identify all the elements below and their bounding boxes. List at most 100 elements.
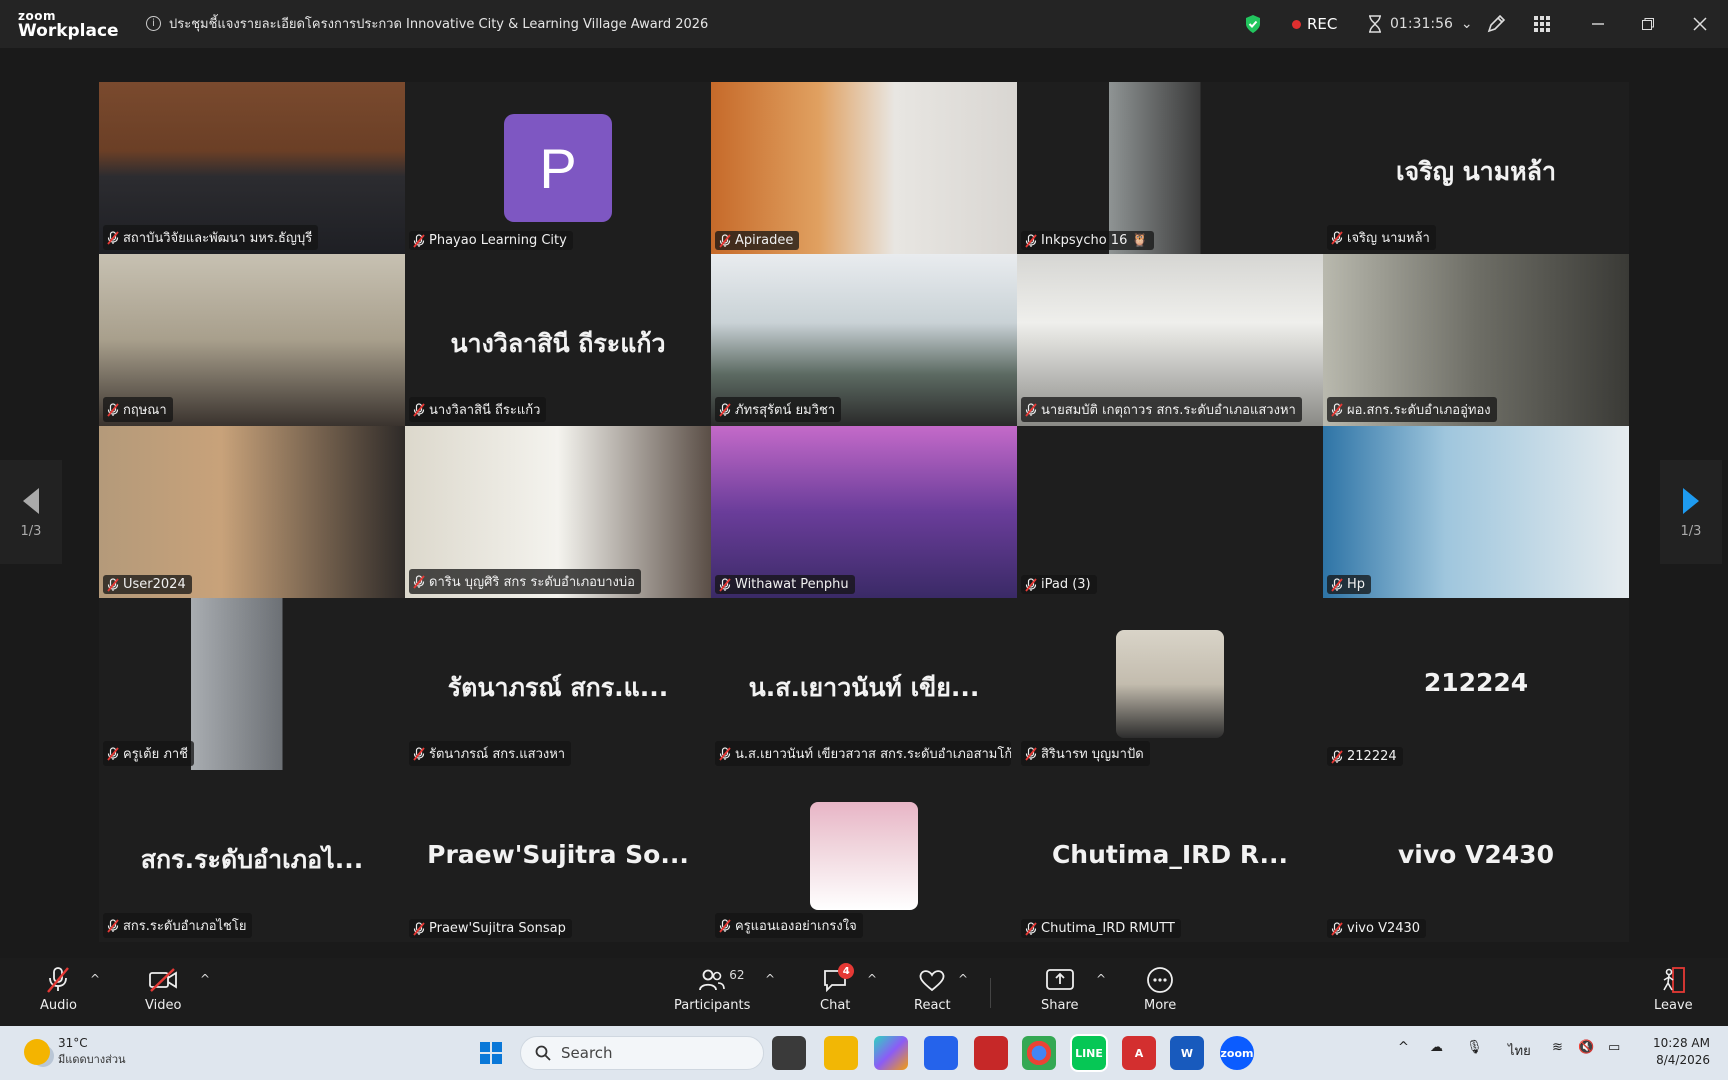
mic-muted-icon <box>43 966 73 994</box>
participant-tile[interactable]: รัตนาภรณ์ สกร.แ... รัตนาภรณ์ สกร.แสวงหา <box>405 598 711 770</box>
participants-count: 62 <box>729 968 745 982</box>
participant-tile[interactable]: Withawat Penphu <box>711 426 1017 598</box>
mic-muted-icon <box>1025 746 1037 761</box>
participant-name: Inkpsycho 16 🦉 <box>1041 233 1148 248</box>
participant-display-name: น.ส.เยาวนันท์ เขีย... <box>748 673 980 702</box>
line-app-icon[interactable]: LINE <box>1070 1034 1108 1072</box>
participant-tile[interactable]: ครูแอนเองอย่าเกรงใจ <box>711 770 1017 942</box>
participant-tile[interactable]: Chutima_IRD R... Chutima_IRD RMUTT <box>1017 770 1323 942</box>
leave-button[interactable]: Leave <box>1654 966 1693 1013</box>
audio-options-caret-icon[interactable]: ^ <box>90 972 100 986</box>
participant-tile[interactable]: ภัทรสุรัตน์ ยมวิชา <box>711 254 1017 426</box>
participant-tile[interactable]: 212224 212224 <box>1323 598 1629 770</box>
participant-tile[interactable]: ครูเต้ย ภาชี <box>99 598 405 770</box>
onedrive-icon[interactable]: ☁ <box>1430 1040 1443 1055</box>
participant-tile[interactable]: Inkpsycho 16 🦉 <box>1017 82 1323 254</box>
zoom-app-icon[interactable]: zoom <box>1220 1036 1254 1070</box>
tray-overflow-icon[interactable]: ^ <box>1398 1040 1409 1055</box>
participant-tile[interactable]: สกร.ระดับอำเภอไ... สกร.ระดับอำเภอไชโย <box>99 770 405 942</box>
mic-muted-icon <box>1025 402 1037 417</box>
annotate-pen-icon[interactable] <box>1484 12 1508 36</box>
participant-name-label: Praew'Sujitra Sonsap <box>409 919 572 938</box>
participant-tile[interactable]: Praew'Sujitra So... Praew'Sujitra Sonsap <box>405 770 711 942</box>
participant-display-name: Praew'Sujitra So... <box>427 840 689 869</box>
mic-muted-icon <box>413 402 425 417</box>
participant-tile[interactable]: iPad (3) <box>1017 426 1323 598</box>
participant-tile[interactable]: ผอ.สกร.ระดับอำเภออู่ทอง <box>1323 254 1629 426</box>
participants-options-caret-icon[interactable]: ^ <box>765 972 775 986</box>
video-grid: สถาบันวิจัยและพัฒนา มหร.ธัญบุรี P Phayao L… <box>99 82 1629 942</box>
audio-button[interactable]: Audio <box>40 966 77 1013</box>
copilot-icon[interactable] <box>874 1036 908 1070</box>
participant-tile[interactable]: vivo V2430 vivo V2430 <box>1323 770 1629 942</box>
participant-tile[interactable]: สิรินารท บุญมาปัด <box>1017 598 1323 770</box>
weather-widget[interactable]: 31°C มีแดดบางส่วน <box>24 1036 126 1068</box>
battery-icon[interactable]: ▭ <box>1608 1040 1620 1055</box>
meeting-title[interactable]: i ประชุมชี้แจงรายละเอียดโครงการประกวด In… <box>146 13 708 34</box>
security-shield-icon[interactable] <box>1244 14 1262 34</box>
chevron-down-icon[interactable]: ⌄ <box>1461 16 1473 32</box>
participant-tile[interactable]: ดาริน บุญศิริ สกร ระดับอำเภอบางบ่อ <box>405 426 711 598</box>
taskbar-search[interactable]: Search <box>520 1036 764 1070</box>
restore-icon[interactable] <box>1636 12 1660 36</box>
file-explorer-icon[interactable] <box>824 1036 858 1070</box>
participants-button[interactable]: 62 Participants <box>674 966 750 1013</box>
participant-name: เจริญ นามหล้า <box>1347 231 1430 246</box>
share-options-caret-icon[interactable]: ^ <box>1096 972 1106 986</box>
word-icon[interactable]: W <box>1170 1036 1204 1070</box>
participant-name-label: ครูแอนเองอย่าเกรงใจ <box>715 913 863 938</box>
participant-tile[interactable]: นางวิลาสินี ถีระแก้ว นางวิลาสินี ถีระแก้ว <box>405 254 711 426</box>
volume-muted-icon[interactable]: 🔇 <box>1578 1040 1594 1055</box>
mic-tray-icon[interactable]: 🎙 <box>1466 1040 1483 1055</box>
react-button[interactable]: React <box>914 966 951 1013</box>
mic-muted-icon <box>107 577 119 592</box>
participant-tile[interactable]: Apiradee <box>711 82 1017 254</box>
mic-muted-icon <box>413 233 425 248</box>
participant-tile[interactable]: P Phayao Learning City <box>405 82 711 254</box>
chat-button[interactable]: 4 Chat <box>820 963 855 1013</box>
info-icon[interactable]: i <box>146 16 161 31</box>
participant-tile[interactable]: กฤษณา <box>99 254 405 426</box>
participant-tile[interactable]: นายสมบัติ เกตุถาวร สกร.ระดับอำเภอแสวงหา <box>1017 254 1323 426</box>
participant-name: Withawat Penphu <box>735 577 849 592</box>
participant-name-label: ครูเต้ย ภาชี <box>103 741 195 766</box>
react-options-caret-icon[interactable]: ^ <box>958 972 968 986</box>
system-clock[interactable]: 10:28 AM 8/4/2026 <box>1653 1035 1710 1069</box>
store-icon[interactable] <box>924 1036 958 1070</box>
more-button[interactable]: More <box>1144 966 1176 1013</box>
chat-options-caret-icon[interactable]: ^ <box>867 972 877 986</box>
recording-indicator[interactable]: REC <box>1292 15 1337 33</box>
participant-tile[interactable]: สถาบันวิจัยและพัฒนา มหร.ธัญบุรี <box>99 82 405 254</box>
acrobat-icon[interactable]: A <box>1122 1036 1156 1070</box>
participant-name-label: รัตนาภรณ์ สกร.แสวงหา <box>409 741 572 766</box>
antivirus-shield-icon[interactable] <box>974 1036 1008 1070</box>
chrome-icon[interactable] <box>1022 1036 1056 1070</box>
mic-muted-icon <box>1025 233 1037 248</box>
hourglass-icon <box>1369 15 1381 33</box>
mic-muted-icon <box>1331 749 1343 764</box>
apps-grid-icon[interactable] <box>1530 12 1554 36</box>
mic-muted-icon <box>107 230 119 245</box>
video-options-caret-icon[interactable]: ^ <box>200 972 210 986</box>
mic-muted-icon <box>1025 577 1037 592</box>
meeting-timer[interactable]: 01:31:56 ⌄ <box>1368 15 1473 33</box>
participant-name-label: Inkpsycho 16 🦉 <box>1021 231 1154 250</box>
windows-start-icon[interactable] <box>474 1036 508 1070</box>
participant-tile[interactable]: เจริญ นามหล้า เจริญ นามหล้า <box>1323 82 1629 254</box>
minimize-icon[interactable] <box>1586 12 1610 36</box>
participant-tile[interactable]: น.ส.เยาวนันท์ เขีย... น.ส.เยาวนันท์ เขียว… <box>711 598 1017 770</box>
close-icon[interactable] <box>1688 12 1712 36</box>
share-button[interactable]: Share <box>1041 966 1079 1013</box>
participant-tile[interactable]: Hp <box>1323 426 1629 598</box>
participant-video <box>1323 426 1629 598</box>
participant-tile[interactable]: User2024 <box>99 426 405 598</box>
next-page-button[interactable]: 1/3 <box>1660 460 1722 564</box>
wifi-icon[interactable]: ≋ <box>1552 1040 1563 1055</box>
previous-page-button[interactable]: 1/3 <box>0 460 62 564</box>
mic-muted-icon <box>1331 402 1343 417</box>
task-view-icon[interactable] <box>772 1036 806 1070</box>
video-button[interactable]: Video <box>145 966 181 1013</box>
input-language[interactable]: ไทย <box>1508 1040 1531 1061</box>
participant-name: ดาริน บุญศิริ สกร ระดับอำเภอบางบ่อ <box>429 575 635 590</box>
page-indicator-right: 1/3 <box>1680 523 1702 539</box>
